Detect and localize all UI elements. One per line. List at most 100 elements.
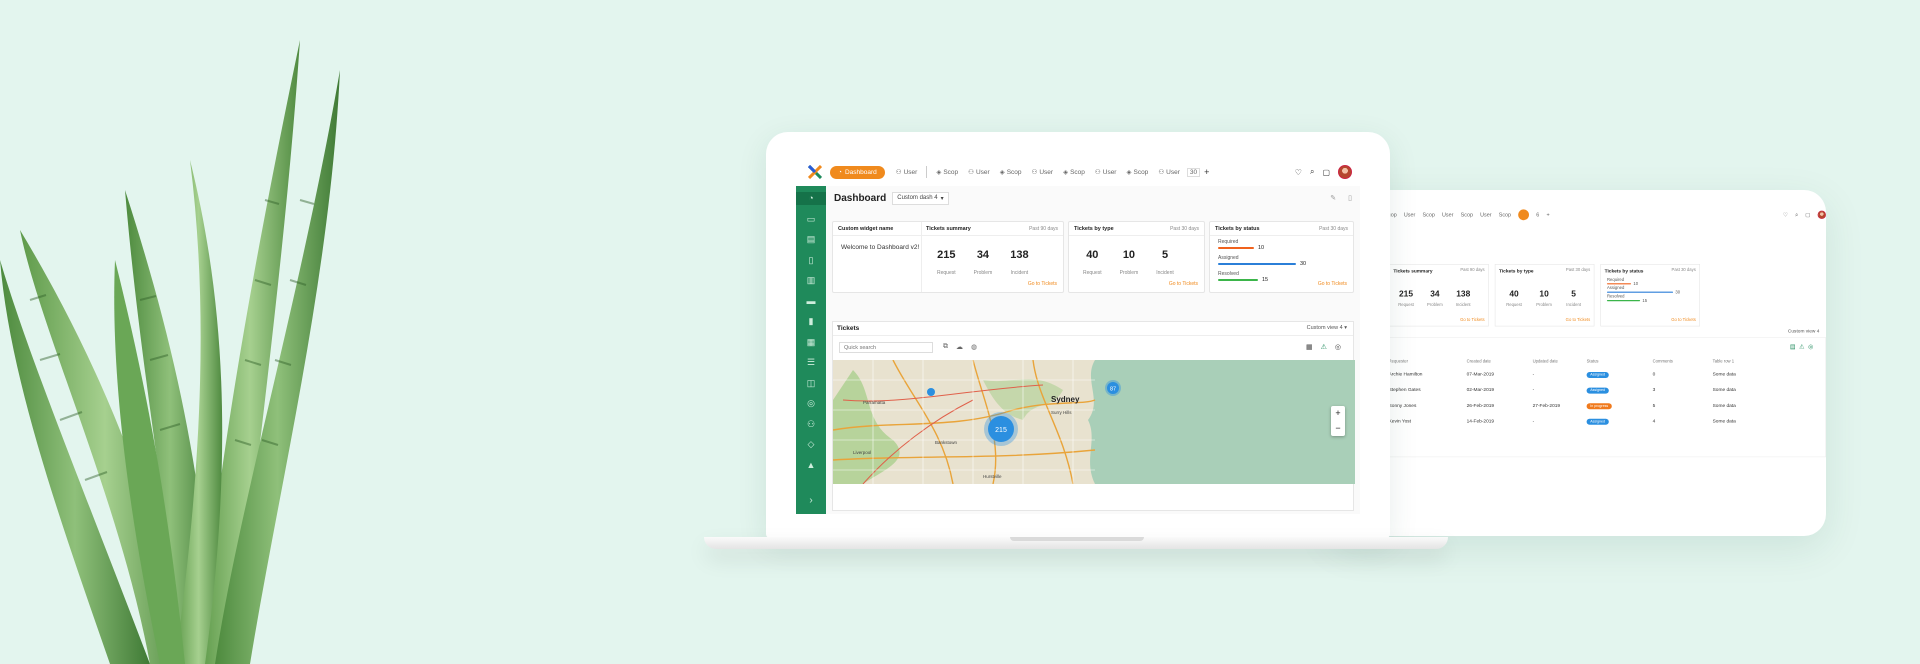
status-row-resolved: Resolved 15 — [1218, 271, 1269, 283]
tab-scope[interactable]: ◈ Scop — [1060, 168, 1088, 177]
status-row-assigned: Assigned 30 — [1218, 255, 1307, 267]
laptop-notch — [1010, 537, 1144, 541]
globe-icon[interactable]: ◍ — [971, 343, 977, 351]
tablet-tickets-table: Custom view 4 ▤⚠◎ Requester Created date… — [1382, 328, 1826, 458]
stat: 5 Incident — [1566, 288, 1582, 308]
tablet-topbar-item[interactable]: Scop — [1461, 212, 1473, 218]
tablet-topbar-item[interactable]: User — [1404, 212, 1415, 218]
custom-view-select[interactable]: Custom view 4 ▾ — [1307, 325, 1347, 331]
card-title: Tickets summary — [1393, 268, 1433, 274]
sidebar-item-book[interactable]: ▮ — [806, 315, 817, 328]
avatar[interactable] — [1817, 210, 1826, 219]
tab-scope[interactable]: ◈ Scop — [1123, 168, 1151, 177]
tablet-device: Scop User Scop User Scop User Scop 6 + ♡… — [1330, 190, 1826, 536]
sidebar-item-bag[interactable]: ◫ — [806, 377, 817, 390]
tablet-tickets-by-status-card: Tickets by status Past 30 days Required … — [1600, 264, 1700, 327]
table-row[interactable]: Sonny Jones 26-Feb-2019 27-Feb-2019 In p… — [1389, 403, 1821, 410]
sidebar-item-list[interactable]: ☰ — [806, 356, 817, 369]
tab-user[interactable]: ⚇ User — [965, 168, 993, 177]
tab-user[interactable]: ⚇ User — [1155, 168, 1183, 177]
stat-problem: 34 Problem — [973, 249, 993, 276]
search-icon[interactable]: ⌕ — [1310, 167, 1314, 177]
dashboard-tab-label: Dashboard — [844, 168, 877, 176]
sidebar: ◔ ▭ ▤ ▯ ▥ ▬ ▮ ▦ ☰ ◫ ◎ ⚇ ◇ ▲ › — [796, 186, 826, 514]
card-title: Tickets by type — [1499, 268, 1534, 274]
card-title: Tickets by type — [1074, 226, 1114, 232]
status-badge: Assigned — [1586, 418, 1609, 425]
card-period: Past 90 days — [1460, 268, 1485, 273]
sidebar-item-security[interactable]: ◇ — [806, 438, 817, 451]
tablet-topbar-item[interactable]: User — [1442, 212, 1453, 218]
dashboard-tab[interactable]: ◔ Dashboard — [830, 165, 885, 179]
edit-icon[interactable]: ✎ — [1330, 194, 1336, 202]
dashboard-icon: ◔ — [838, 168, 842, 176]
tab-count: 30 — [1186, 167, 1201, 177]
tab-user[interactable]: ⚇ User — [1092, 168, 1120, 177]
go-to-tickets-link[interactable]: Go to Tickets — [1028, 281, 1057, 287]
zoom-in-button[interactable]: + — [1331, 406, 1345, 421]
sidebar-item-document[interactable]: ▯ — [806, 254, 817, 267]
app-logo-icon[interactable] — [808, 165, 822, 179]
tablet-topbar-item[interactable]: Scop — [1423, 212, 1435, 218]
heart-icon[interactable]: ♡ — [1295, 168, 1302, 177]
dashboard-selector[interactable]: Custom dash 4 ▾ — [892, 192, 949, 205]
tab-user[interactable]: ⚇ User — [893, 168, 921, 177]
sidebar-item-reports[interactable]: ▥ — [806, 274, 817, 287]
go-to-tickets-link[interactable]: Go to Tickets — [1460, 318, 1485, 322]
status-badge: Assigned — [1586, 387, 1609, 394]
table-row[interactable]: Kevin Yost 14-Feb-2019 - Assigned 4 Some… — [1389, 418, 1821, 425]
table-view-icon[interactable]: ▦ — [1306, 343, 1313, 351]
search-icon[interactable]: ⌕ — [1795, 212, 1798, 219]
sidebar-item-monitor[interactable]: ▭ — [806, 213, 817, 226]
map-label: Liverpool — [853, 450, 871, 455]
tablet-topbar-item[interactable]: User — [1480, 212, 1491, 218]
map-zoom-control: + − — [1331, 406, 1345, 436]
top-navigation-bar: ◔ Dashboard ⚇ User ◈ Scop ⚇ User ◈ Scop ⚇ Use… — [796, 158, 1360, 186]
status-row-required: Required 10 — [1218, 239, 1265, 251]
go-to-tickets-link[interactable]: Go to Tickets — [1671, 318, 1696, 322]
tab-scope[interactable]: ◈ Scop — [933, 168, 961, 177]
map[interactable]: 215 87 Sydney Surry Hills Parramatta Ban… — [833, 360, 1355, 484]
copy-icon[interactable]: ⧉ — [943, 343, 948, 351]
go-to-tickets-link[interactable]: Go to Tickets — [1566, 318, 1591, 322]
alert-view-icon[interactable]: ⚠ — [1321, 343, 1327, 351]
table-row[interactable]: Archie Hamilton 07-Mar-2019 - Assigned 0… — [1389, 371, 1821, 378]
tab-user[interactable]: ⚇ User — [1029, 168, 1057, 177]
summary-card: Custom widget name Tickets summary Past … — [832, 221, 1064, 293]
heart-icon[interactable]: ♡ — [1783, 212, 1788, 219]
scope-icon: ◈ — [999, 169, 1005, 176]
calendar-icon[interactable]: ▢ — [1805, 212, 1810, 219]
map-label: Surry Hills — [1051, 410, 1072, 415]
chevron-right-icon[interactable]: › — [809, 495, 812, 506]
cloud-icon[interactable]: ☁ — [956, 343, 963, 351]
tickets-title: Tickets — [837, 325, 860, 332]
stat: 215 Request — [1398, 288, 1414, 308]
table-row[interactable]: Stephen Gates 02-Mar-2019 - Assigned 3 S… — [1389, 387, 1821, 394]
custom-view-select[interactable]: Custom view 4 — [1788, 328, 1819, 333]
stat: 40 Request — [1506, 288, 1522, 308]
add-icon[interactable]: + — [1546, 212, 1549, 218]
go-to-tickets-link[interactable]: Go to Tickets — [1318, 281, 1347, 287]
trash-icon[interactable]: ▯ — [1348, 194, 1352, 202]
calendar-icon[interactable]: ▢ — [1322, 168, 1330, 177]
view-toggle-icons[interactable]: ▤⚠◎ — [1790, 344, 1817, 351]
quick-search-input[interactable] — [839, 342, 933, 353]
map-pin-icon[interactable]: ◎ — [1335, 343, 1341, 351]
go-to-tickets-link[interactable]: Go to Tickets — [1169, 281, 1198, 287]
avatar[interactable] — [1338, 165, 1352, 179]
tablet-topbar-item[interactable]: Scop — [1499, 212, 1511, 218]
sidebar-item-dashboard[interactable]: ◔ — [796, 192, 826, 205]
sidebar-item-media[interactable]: ▬ — [806, 295, 817, 308]
map-marker[interactable] — [927, 388, 935, 396]
sidebar-item-calculator[interactable]: ▦ — [806, 336, 817, 349]
add-tab-icon[interactable]: + — [1204, 167, 1209, 177]
tab-scope[interactable]: ◈ Scop — [997, 168, 1025, 177]
sidebar-item-analytics[interactable]: ▲ — [806, 459, 817, 472]
tablet-dashboard-icon[interactable] — [1518, 209, 1530, 221]
sidebar-item-billing[interactable]: ◎ — [806, 397, 817, 410]
zoom-out-button[interactable]: − — [1331, 421, 1345, 436]
user-icon: ⚇ — [1031, 169, 1038, 176]
chevron-down-icon: ▾ — [940, 196, 944, 202]
sidebar-item-archive[interactable]: ▤ — [806, 233, 817, 246]
sidebar-item-users[interactable]: ⚇ — [806, 418, 817, 431]
